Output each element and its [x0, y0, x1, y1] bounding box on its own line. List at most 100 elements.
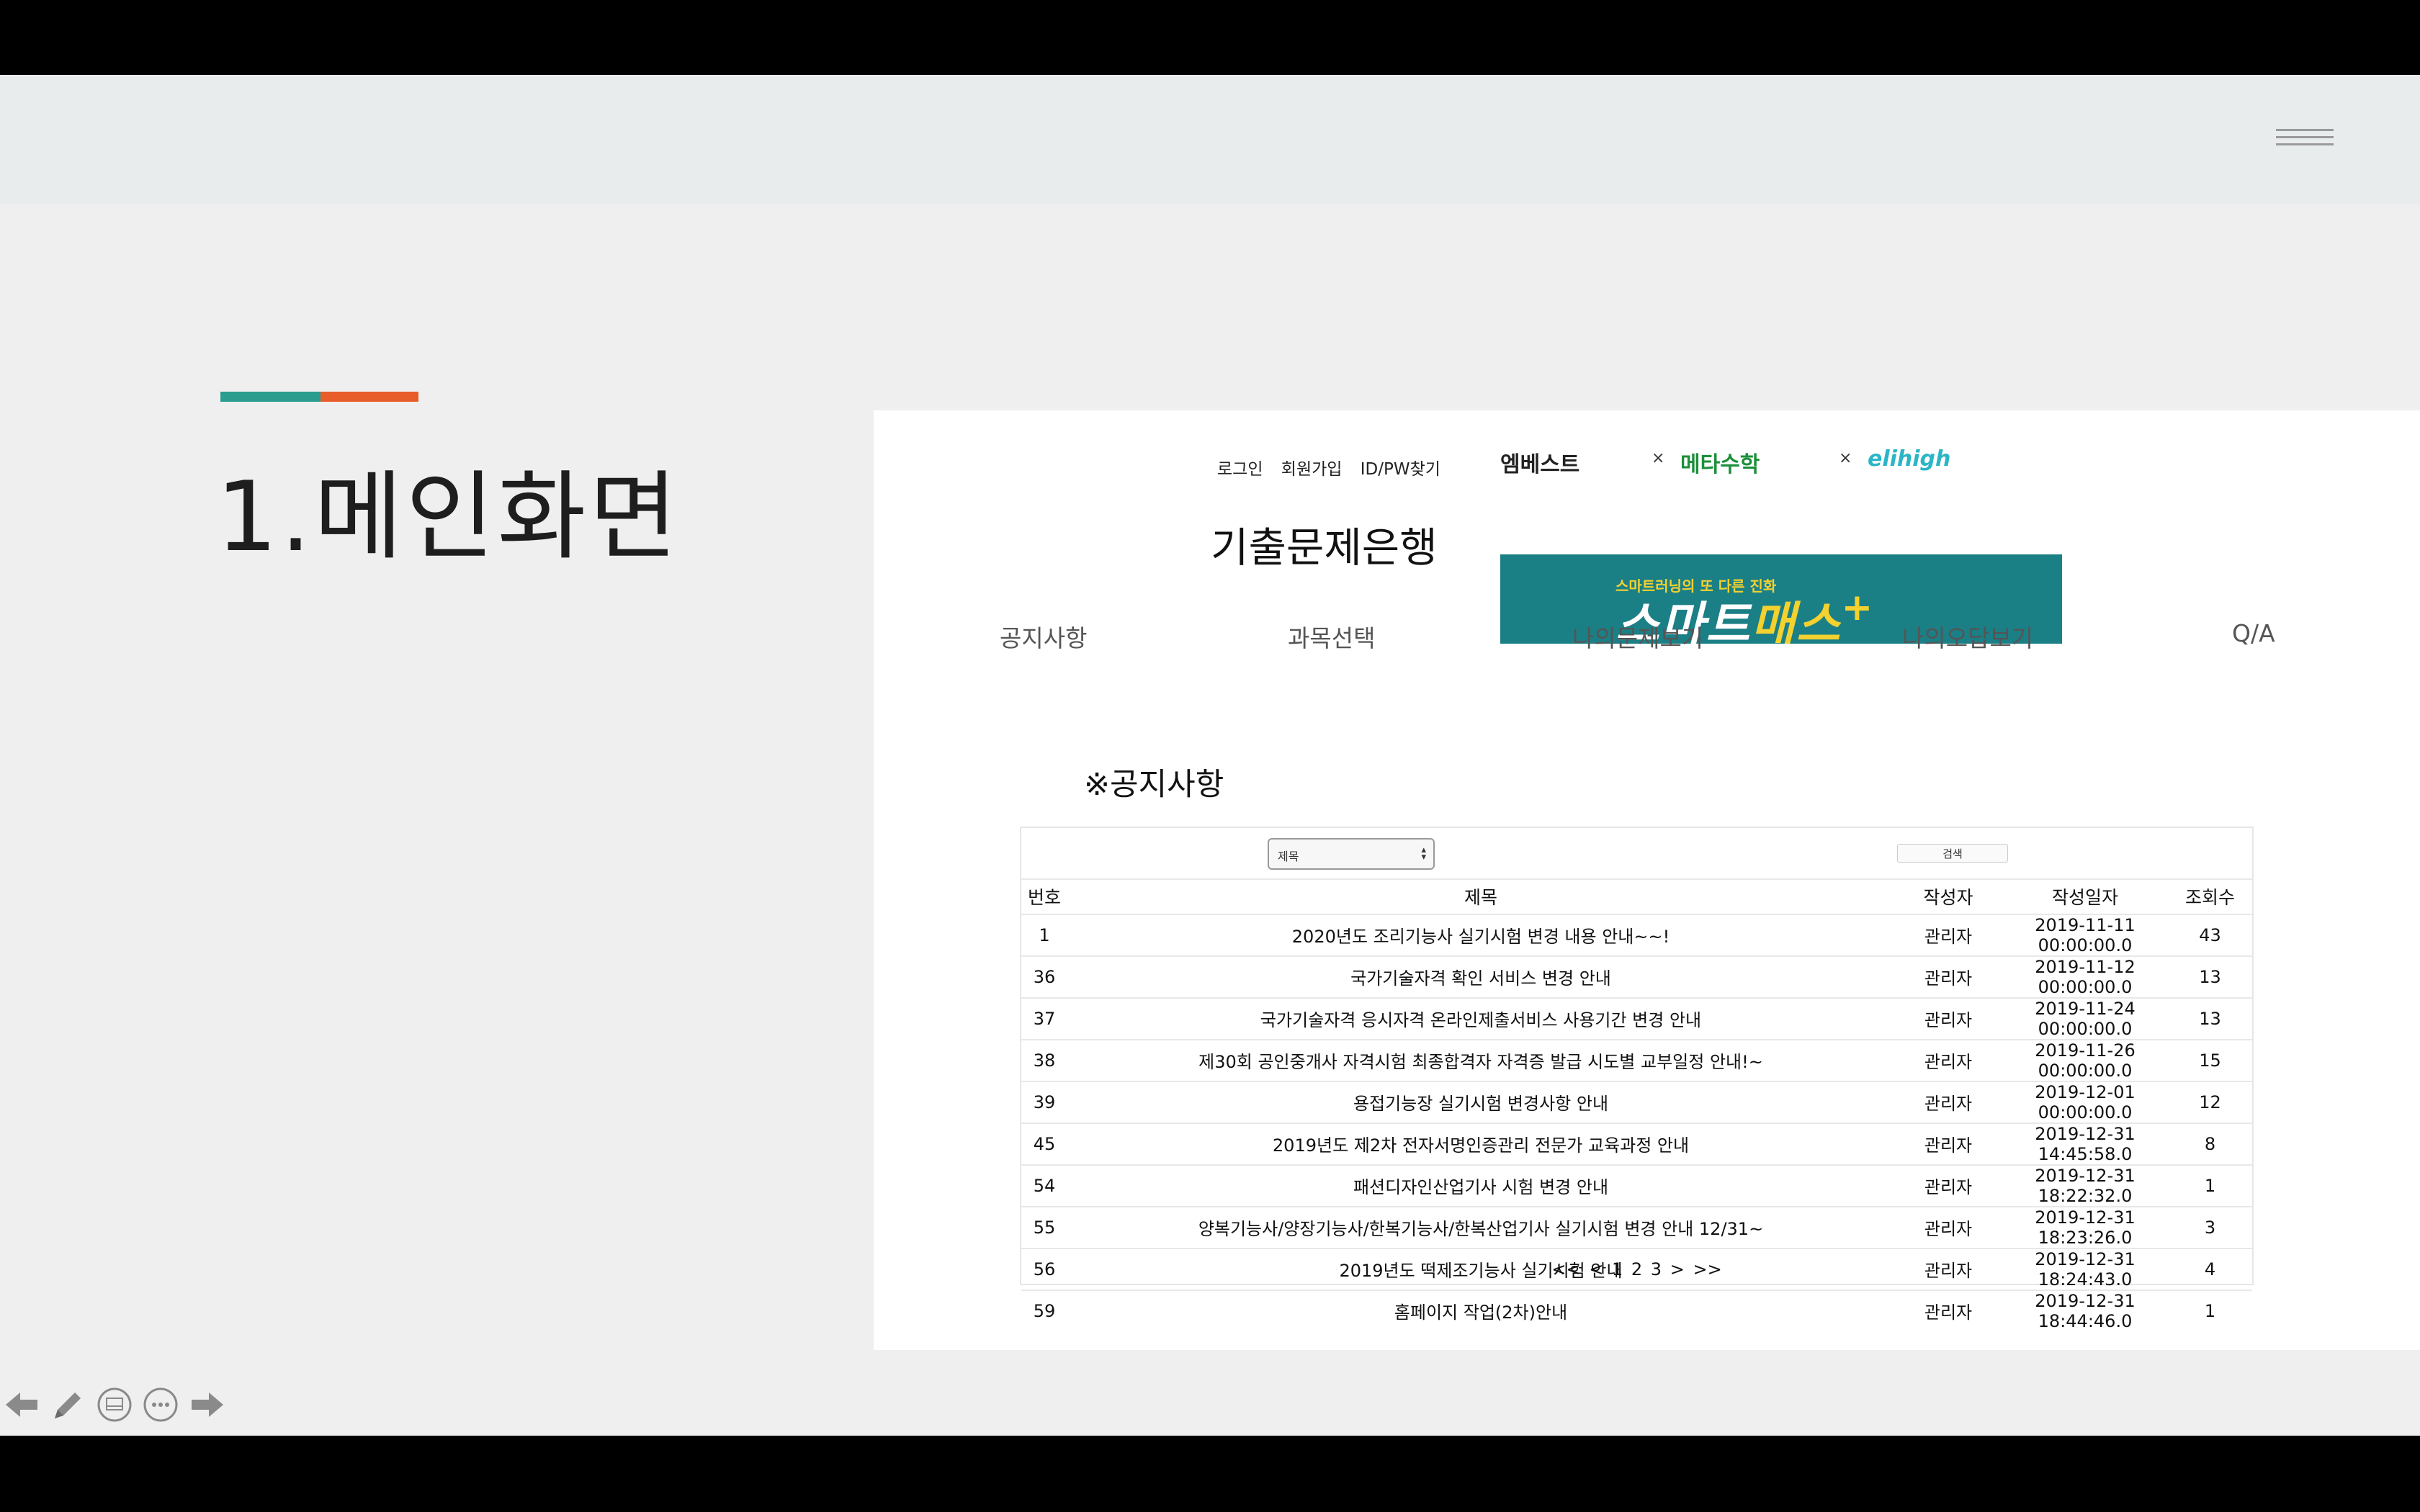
- accent-bar-teal: [220, 392, 321, 402]
- page-next[interactable]: >: [1670, 1259, 1685, 1279]
- login-link[interactable]: 로그인: [1217, 460, 1263, 479]
- table-row[interactable]: 39 용접기능장 실기시험 변경사항 안내 관리자 2019-12-01 00:00:…: [1021, 1080, 2252, 1123]
- cell-author: 관리자: [1894, 1122, 2002, 1165]
- column-header-views: 조회수: [2168, 878, 2252, 914]
- cell-date: 2019-12-01 00:00:00.0: [2002, 1080, 2168, 1123]
- cell-views: 8: [2168, 1122, 2252, 1165]
- cell-views: 43: [2168, 913, 2252, 956]
- search-field-value: 제목: [1278, 850, 1299, 863]
- cell-views: 13: [2168, 996, 2252, 1040]
- table-row[interactable]: 59 홈페이지 작업(2차)안내 관리자 2019-12-31 18:44:46.0 1: [1021, 1289, 2252, 1331]
- nav-my-problems[interactable]: 나의문제보기: [1572, 619, 1703, 654]
- cell-title[interactable]: 패션디자인산업기사 시험 변경 안내: [1067, 1164, 1894, 1207]
- cell-title[interactable]: 제30회 공인중개사 자격시험 최종합격자 자격증 발급 시도별 교부일정 안내…: [1067, 1038, 1894, 1081]
- main-nav: 공지사항 과목선택 나의문제보기 나의오답보기 Q/A: [874, 619, 2420, 662]
- cell-views: 3: [2168, 1205, 2252, 1248]
- page-prev[interactable]: <: [1589, 1259, 1603, 1279]
- cell-number: 38: [1021, 1038, 1067, 1081]
- cell-author: 관리자: [1894, 1205, 2002, 1248]
- cell-date: 2019-12-31 18:22:32.0: [2002, 1164, 2168, 1207]
- table-row[interactable]: 55 양복기능사/양장기능사/한복기능사/한복산업기사 실기시험 변경 안내 12…: [1021, 1205, 2252, 1248]
- cell-number: 55: [1021, 1205, 1067, 1248]
- slides-icon[interactable]: [97, 1387, 133, 1423]
- pagination: << < 1 2 3 > >>: [1021, 1259, 2252, 1279]
- cell-number: 45: [1021, 1122, 1067, 1165]
- cell-date: 2019-11-11 00:00:00.0: [2002, 913, 2168, 956]
- pen-icon[interactable]: [49, 1387, 85, 1423]
- cell-views: 15: [2168, 1038, 2252, 1081]
- cell-views: 1: [2168, 1289, 2252, 1331]
- find-id-pw-link[interactable]: ID/PW찾기: [1361, 460, 1440, 479]
- presentation-slide: 1.메인화면 로그인 회원가입 ID/PW찾기 기출문제은행 엠베스트 × 메타…: [0, 75, 2420, 1436]
- search-field-select[interactable]: 제목 ▴ ▾: [1268, 838, 1435, 870]
- cell-views: 13: [2168, 955, 2252, 998]
- slide-title: 1.메인화면: [216, 461, 681, 573]
- cell-title[interactable]: 홈페이지 작업(2차)안내: [1067, 1289, 1894, 1331]
- cell-number: 39: [1021, 1080, 1067, 1123]
- cell-number: 37: [1021, 996, 1067, 1040]
- more-icon[interactable]: [143, 1387, 179, 1423]
- cell-date: 2019-12-31 18:44:46.0: [2002, 1289, 2168, 1331]
- page-3[interactable]: 3: [1651, 1259, 1662, 1279]
- cell-title[interactable]: 국가기술자격 확인 서비스 변경 안내: [1067, 955, 1894, 998]
- slide-header-band: [0, 75, 2420, 204]
- cell-title[interactable]: 국가기술자격 응시자격 온라인제출서비스 사용기간 변경 안내: [1067, 996, 1894, 1040]
- site-title: 기출문제은행: [1211, 524, 1438, 572]
- cell-date: 2019-11-12 00:00:00.0: [2002, 955, 2168, 998]
- page-last[interactable]: >>: [1693, 1259, 1721, 1279]
- column-header-author: 작성자: [1894, 878, 2002, 914]
- cell-views: 1: [2168, 1164, 2252, 1207]
- page-2[interactable]: 2: [1631, 1259, 1642, 1279]
- partner-logo-metamath: 메타수학: [1680, 452, 1760, 477]
- nav-subject-select[interactable]: 과목선택: [1288, 619, 1375, 654]
- cell-author: 관리자: [1894, 1080, 2002, 1123]
- cell-number: 1: [1021, 913, 1067, 956]
- nav-my-wrong-answers[interactable]: 나의오답보기: [1902, 619, 2033, 654]
- cell-number: 36: [1021, 955, 1067, 998]
- cell-author: 관리자: [1894, 1289, 2002, 1331]
- cell-date: 2019-12-31 14:45:58.0: [2002, 1122, 2168, 1165]
- signup-link[interactable]: 회원가입: [1281, 460, 1343, 479]
- column-header-number: 번호: [1021, 878, 1067, 914]
- cell-author: 관리자: [1894, 1164, 2002, 1207]
- cell-author: 관리자: [1894, 955, 2002, 998]
- table-row[interactable]: 36 국가기술자격 확인 서비스 변경 안내 관리자 2019-11-12 00:00…: [1021, 955, 2252, 998]
- accent-bar-orange: [321, 392, 418, 402]
- cell-views: 12: [2168, 1080, 2252, 1123]
- cell-author: 관리자: [1894, 1038, 2002, 1081]
- table-row[interactable]: 54 패션디자인산업기사 시험 변경 안내 관리자 2019-12-31 18:22:…: [1021, 1164, 2252, 1207]
- cell-number: 54: [1021, 1164, 1067, 1207]
- partner-logos: 엠베스트 × 메타수학 × elihigh: [1500, 446, 1961, 477]
- cell-title[interactable]: 양복기능사/양장기능사/한복기능사/한복산업기사 실기시험 변경 안내 12/3…: [1067, 1205, 1894, 1248]
- cell-date: 2019-11-26 00:00:00.0: [2002, 1038, 2168, 1081]
- select-caret-icon: ▴ ▾: [1421, 845, 1426, 863]
- top-links: 로그인 회원가입 ID/PW찾기: [1217, 455, 1453, 480]
- website-screenshot: 로그인 회원가입 ID/PW찾기 기출문제은행 엠베스트 × 메타수학 × el…: [874, 410, 2420, 1350]
- prev-arrow-icon[interactable]: [4, 1387, 40, 1423]
- nav-notice[interactable]: 공지사항: [1000, 619, 1087, 654]
- table-header-row: 번호 제목 작성자 작성일자 조회수: [1021, 878, 2252, 914]
- partner-logo-mbest: 엠베스트: [1500, 452, 1580, 477]
- notice-board: 제목 ▴ ▾ 검색 번호 제목 작성자 작성일자 조회수 1 2020년도 조리…: [1020, 827, 2254, 1331]
- nav-qa[interactable]: Q/A: [2232, 619, 2275, 647]
- next-arrow-icon[interactable]: [189, 1387, 225, 1423]
- hamburger-menu-icon[interactable]: [2276, 129, 2334, 150]
- column-header-title: 제목: [1067, 878, 1894, 914]
- cell-title[interactable]: 2019년도 제2차 전자서명인증관리 전문가 교육과정 안내: [1067, 1122, 1894, 1165]
- cell-date: 2019-11-24 00:00:00.0: [2002, 996, 2168, 1040]
- cell-date: 2019-12-31 18:23:26.0: [2002, 1205, 2168, 1248]
- partner-separator: ×: [1652, 449, 1665, 467]
- cell-number: 59: [1021, 1289, 1067, 1331]
- notice-heading: ※공지사항: [1084, 767, 1224, 803]
- search-button[interactable]: 검색: [1897, 844, 2008, 863]
- partner-separator: ×: [1839, 449, 1852, 467]
- cell-author: 관리자: [1894, 996, 2002, 1040]
- cell-title[interactable]: 용접기능장 실기시험 변경사항 안내: [1067, 1080, 1894, 1123]
- table-row[interactable]: 45 2019년도 제2차 전자서명인증관리 전문가 교육과정 안내 관리자 2019…: [1021, 1122, 2252, 1165]
- table-row[interactable]: 37 국가기술자격 응시자격 온라인제출서비스 사용기간 변경 안내 관리자 2019…: [1021, 996, 2252, 1040]
- table-row[interactable]: 38 제30회 공인중개사 자격시험 최종합격자 자격증 발급 시도별 교부일정 …: [1021, 1038, 2252, 1081]
- table-row[interactable]: 1 2020년도 조리기능사 실기시험 변경 내용 안내~~! 관리자 2019-11…: [1021, 913, 2252, 956]
- page-1[interactable]: 1: [1612, 1259, 1623, 1279]
- page-first[interactable]: <<: [1551, 1259, 1580, 1279]
- cell-title[interactable]: 2020년도 조리기능사 실기시험 변경 내용 안내~~!: [1067, 913, 1894, 956]
